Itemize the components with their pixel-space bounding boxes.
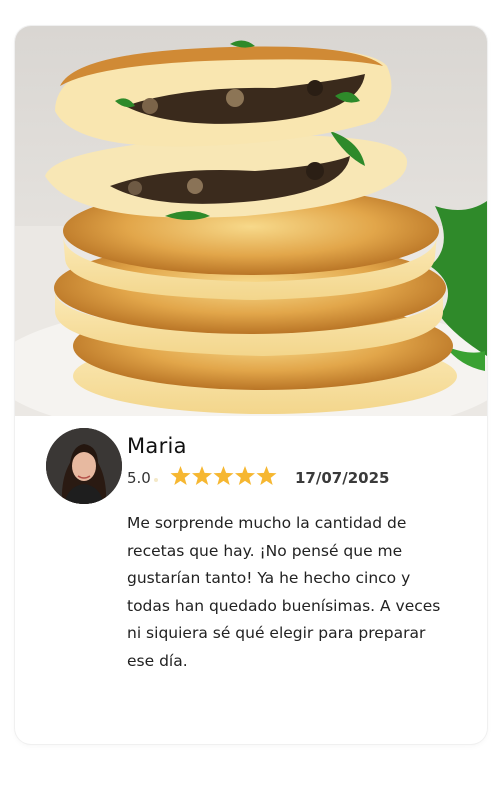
reviewer-name: Maria [127,434,187,458]
star-icon [256,466,277,485]
rating-separator [154,478,158,482]
food-photo [15,26,487,416]
review-text: Me sorprende mucho la cantidad de receta… [127,514,441,670]
reviewer-avatar [46,428,122,504]
review-date: 17/07/2025 [295,469,390,487]
rating-value: 5.0 [127,469,151,487]
star-icon [235,466,255,485]
star-icon [170,466,191,485]
review-card: Maria 5.0 17/07/2025 Me sorprende mucho … [15,26,487,744]
star-icon [213,466,234,485]
star-icon [192,466,212,485]
star-rating [170,466,277,490]
rating-row: 5.0 17/07/2025 [127,466,467,492]
